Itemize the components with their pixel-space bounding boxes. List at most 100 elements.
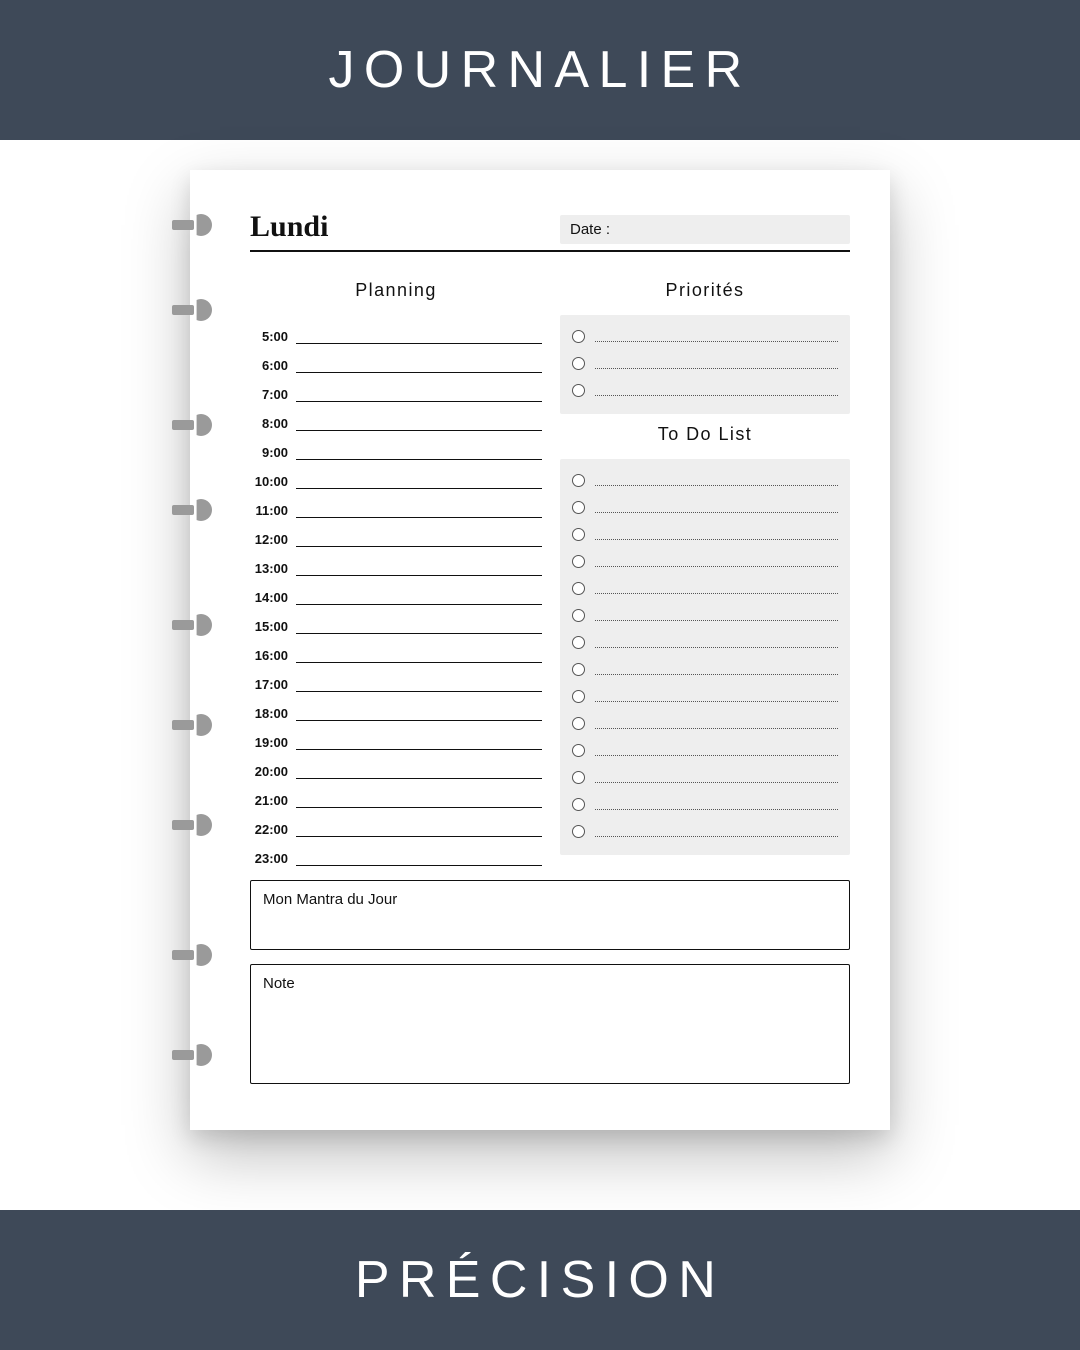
hour-row[interactable]: 18:00 xyxy=(250,692,542,721)
circle-icon xyxy=(572,636,585,649)
hour-label: 15:00 xyxy=(250,619,288,634)
dotted-line xyxy=(595,692,838,702)
circle-icon xyxy=(572,609,585,622)
todo-row[interactable] xyxy=(572,683,838,710)
disc-icon xyxy=(172,712,212,738)
hour-label: 20:00 xyxy=(250,764,288,779)
circle-icon xyxy=(572,528,585,541)
date-field[interactable]: Date : xyxy=(560,215,850,244)
dotted-line xyxy=(595,386,838,396)
hour-row[interactable]: 11:00 xyxy=(250,489,542,518)
todo-row[interactable] xyxy=(572,467,838,494)
circle-icon xyxy=(572,744,585,757)
circle-icon xyxy=(572,501,585,514)
hour-label: 14:00 xyxy=(250,590,288,605)
hour-row[interactable]: 19:00 xyxy=(250,721,542,750)
hour-label: 22:00 xyxy=(250,822,288,837)
planning-column: Planning 5:006:007:008:009:0010:0011:001… xyxy=(250,274,542,866)
hour-row[interactable]: 10:00 xyxy=(250,460,542,489)
header-band: JOURNALIER xyxy=(0,0,1080,140)
priorities-block xyxy=(560,315,850,414)
todo-row[interactable] xyxy=(572,764,838,791)
hour-line xyxy=(296,678,542,692)
hour-line xyxy=(296,591,542,605)
footer-band: PRÉCISION xyxy=(0,1210,1080,1350)
hour-row[interactable]: 7:00 xyxy=(250,373,542,402)
hour-label: 10:00 xyxy=(250,474,288,489)
hour-line xyxy=(296,359,542,373)
hour-line xyxy=(296,707,542,721)
hour-row[interactable]: 21:00 xyxy=(250,779,542,808)
mantra-box[interactable]: Mon Mantra du Jour xyxy=(250,880,850,950)
hour-line xyxy=(296,446,542,460)
hour-line xyxy=(296,852,542,866)
note-box[interactable]: Note xyxy=(250,964,850,1084)
dotted-line xyxy=(595,530,838,540)
todo-row[interactable] xyxy=(572,818,838,845)
note-label: Note xyxy=(263,975,837,992)
priority-row[interactable] xyxy=(572,350,838,377)
circle-icon xyxy=(572,771,585,784)
hour-line xyxy=(296,649,542,663)
hour-label: 8:00 xyxy=(250,416,288,431)
todo-row[interactable] xyxy=(572,656,838,683)
hour-line xyxy=(296,533,542,547)
hour-line xyxy=(296,823,542,837)
hour-row[interactable]: 17:00 xyxy=(250,663,542,692)
priority-row[interactable] xyxy=(572,323,838,350)
mantra-label: Mon Mantra du Jour xyxy=(263,891,837,908)
hour-line xyxy=(296,765,542,779)
hour-label: 5:00 xyxy=(250,329,288,344)
dotted-line xyxy=(595,557,838,567)
hour-row[interactable]: 23:00 xyxy=(250,837,542,866)
hour-row[interactable]: 16:00 xyxy=(250,634,542,663)
priority-row[interactable] xyxy=(572,377,838,404)
footer-band-text: PRÉCISION xyxy=(355,1250,725,1310)
disc-icon xyxy=(172,812,212,838)
todo-title: To Do List xyxy=(560,424,850,445)
circle-icon xyxy=(572,555,585,568)
hour-row[interactable]: 12:00 xyxy=(250,518,542,547)
hour-row[interactable]: 15:00 xyxy=(250,605,542,634)
hour-row[interactable]: 8:00 xyxy=(250,402,542,431)
hour-row[interactable]: 14:00 xyxy=(250,576,542,605)
circle-icon xyxy=(572,384,585,397)
hour-row[interactable]: 13:00 xyxy=(250,547,542,576)
hour-label: 13:00 xyxy=(250,561,288,576)
todo-row[interactable] xyxy=(572,629,838,656)
circle-icon xyxy=(572,582,585,595)
circle-icon xyxy=(572,330,585,343)
circle-icon xyxy=(572,690,585,703)
disc-icon xyxy=(172,297,212,323)
disc-icon xyxy=(172,412,212,438)
hour-line xyxy=(296,794,542,808)
dotted-line xyxy=(595,827,838,837)
disc-icon xyxy=(172,212,212,238)
circle-icon xyxy=(572,357,585,370)
dotted-line xyxy=(595,800,838,810)
planning-title: Planning xyxy=(250,280,542,301)
hour-row[interactable]: 6:00 xyxy=(250,344,542,373)
hour-row[interactable]: 22:00 xyxy=(250,808,542,837)
todo-row[interactable] xyxy=(572,575,838,602)
todo-row[interactable] xyxy=(572,602,838,629)
todo-row[interactable] xyxy=(572,548,838,575)
hour-label: 11:00 xyxy=(250,503,288,518)
header-band-text: JOURNALIER xyxy=(329,40,752,100)
columns: Planning 5:006:007:008:009:0010:0011:001… xyxy=(250,274,850,866)
dotted-line xyxy=(595,359,838,369)
todo-row[interactable] xyxy=(572,521,838,548)
hour-row[interactable]: 20:00 xyxy=(250,750,542,779)
circle-icon xyxy=(572,474,585,487)
todo-row[interactable] xyxy=(572,737,838,764)
todo-row[interactable] xyxy=(572,494,838,521)
todo-block xyxy=(560,459,850,855)
hour-list: 5:006:007:00 8:009:00 10:00 11:0012:00 13:00… xyxy=(250,315,542,866)
hour-label: 16:00 xyxy=(250,648,288,663)
hour-row[interactable]: 5:00 xyxy=(250,315,542,344)
hour-line xyxy=(296,475,542,489)
todo-row[interactable] xyxy=(572,791,838,818)
dotted-line xyxy=(595,746,838,756)
todo-row[interactable] xyxy=(572,710,838,737)
hour-row[interactable]: 9:00 xyxy=(250,431,542,460)
